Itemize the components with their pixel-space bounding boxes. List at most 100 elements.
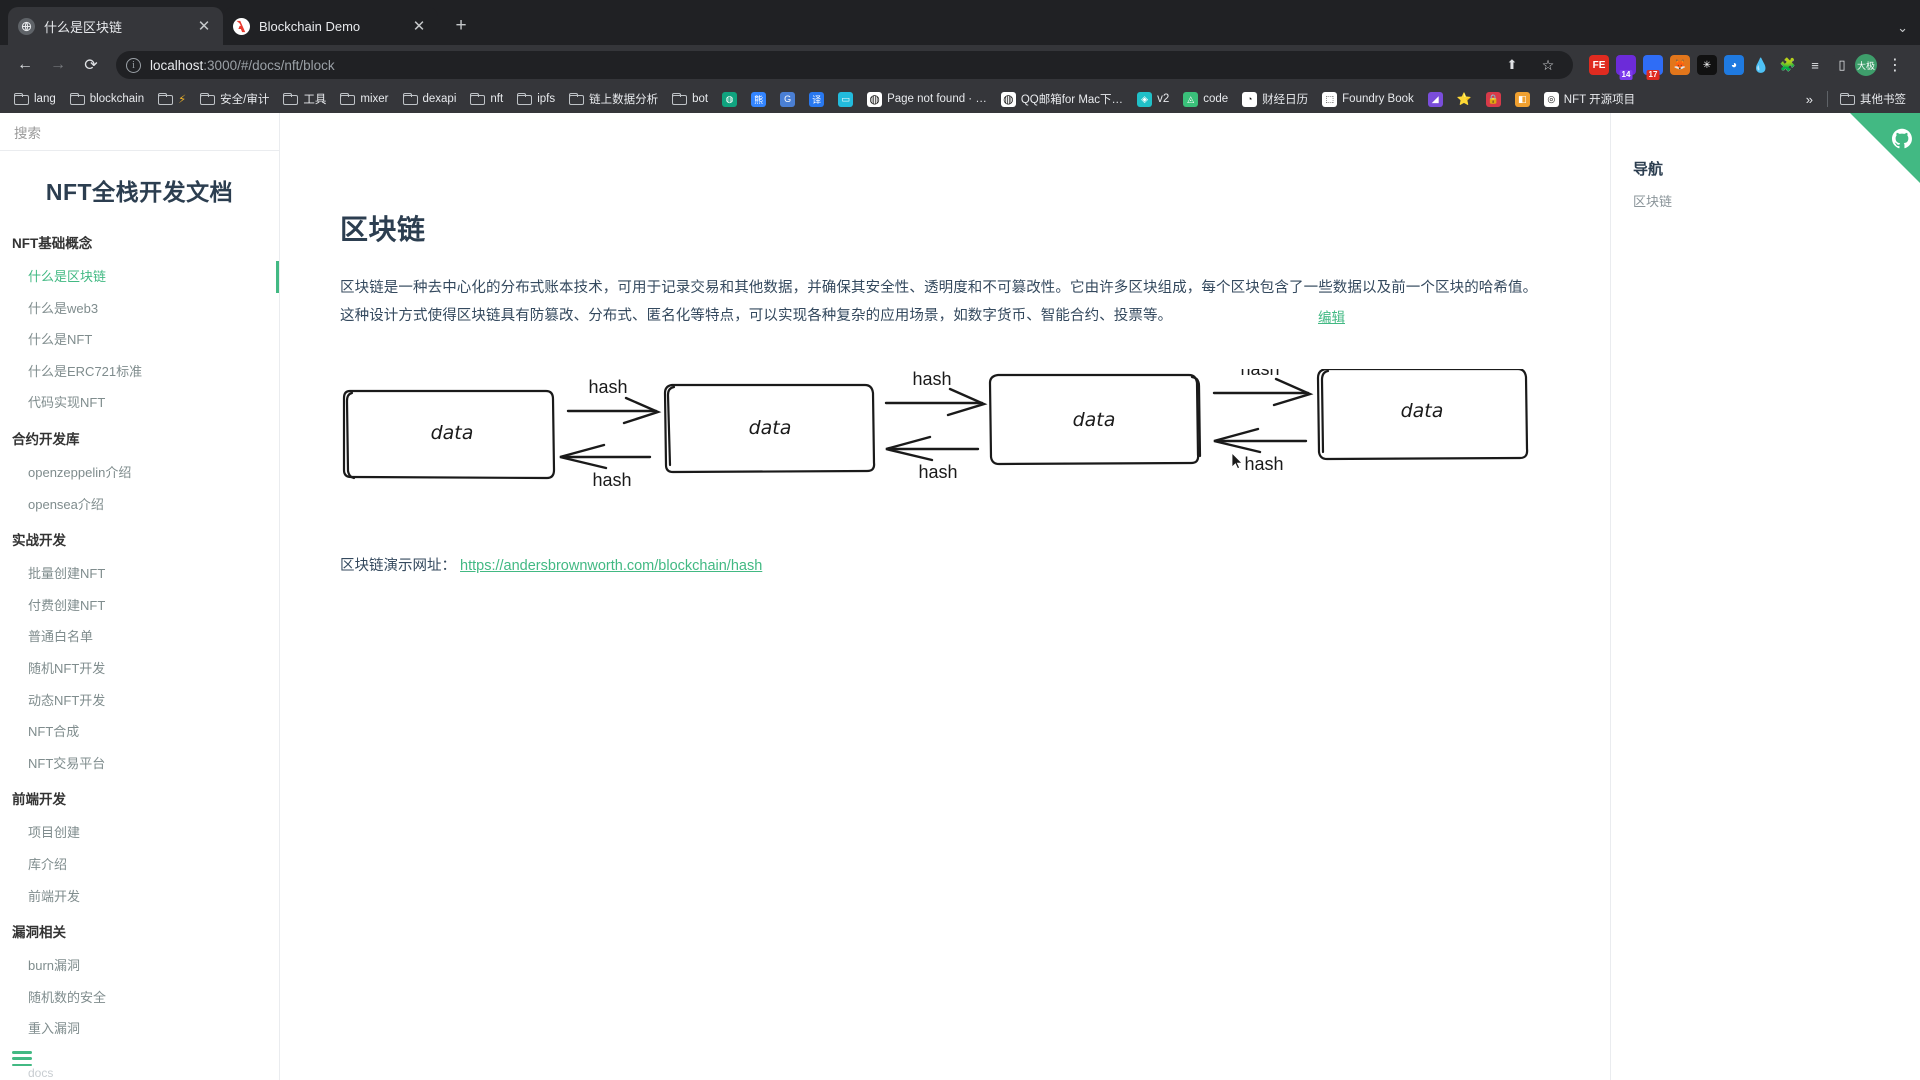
sidebar-item-batch-nft[interactable]: 批量创建NFT (0, 558, 279, 590)
toc-item-blockchain[interactable]: 区块链 (1633, 191, 1810, 210)
purple-wallet-extension-icon[interactable]: 14 (1616, 55, 1636, 80)
sidebar-item-whitelist[interactable]: 普通白名单 (0, 621, 279, 653)
window-controls-icon[interactable]: ⌄ (1897, 20, 1908, 36)
sidebar-item-frontend-dev[interactable]: 前端开发 (0, 881, 279, 913)
bookmark-onchain-analytics[interactable]: 链上数据分析 (563, 88, 664, 110)
github-corner[interactable] (1850, 113, 1920, 183)
translate-icon: 译 (809, 91, 825, 107)
sidebar-item-openzeppelin[interactable]: openzeppelin介绍 (0, 457, 279, 489)
tab-close-icon[interactable]: ✕ (195, 17, 213, 35)
side-panel-icon[interactable]: ▯ (1832, 55, 1852, 75)
bookmark-rainbow-site[interactable]: ◢ (1422, 89, 1449, 110)
profile-avatar[interactable]: 大极 (1855, 54, 1877, 76)
metamask-extension-icon[interactable]: 🦊 (1670, 55, 1690, 75)
baidu-icon: 熊 (751, 91, 767, 107)
github-icon: ◍ (867, 91, 883, 107)
bookmark-label: Foundry Book (1342, 93, 1414, 105)
tab-blockchain-demo[interactable]: Blockchain Demo ✕ (223, 7, 438, 45)
sidebar-item-dynamic-nft[interactable]: 动态NFT开发 (0, 685, 279, 717)
sidebar-item-reentrancy[interactable]: 重入漏洞 (0, 1013, 279, 1045)
search-input[interactable]: 搜索 (0, 113, 279, 151)
hash-label-forward: hash (912, 369, 951, 389)
sidebar-item-library-intro[interactable]: 库介绍 (0, 849, 279, 881)
sidebar-footer-label: docs (28, 1066, 54, 1080)
sidebar-group-frontend: 前端开发 (12, 792, 66, 808)
address-bar[interactable]: i localhost:3000/#/docs/nft/block ⬆ ☆ (116, 51, 1573, 79)
bookmark-lock-site[interactable]: 🔒 (1480, 89, 1507, 110)
bookmark-qq-mail-mac[interactable]: ◍ QQ邮箱for Mac下… (995, 88, 1129, 110)
edit-link[interactable]: 编辑 (1318, 306, 1345, 326)
chrome-menu-icon[interactable]: ⋮ (1880, 50, 1910, 80)
bookmark-finance-calendar[interactable]: ◔ 财经日历 (1236, 88, 1314, 110)
bilibili-icon: ▭ (838, 91, 854, 107)
back-button[interactable]: ← (10, 50, 40, 80)
bookmark-security-audit[interactable]: 安全/审计 (194, 88, 275, 110)
hash-label-back: hash (592, 470, 631, 490)
bookmark-star-icon[interactable]: ☆ (1533, 54, 1563, 76)
reading-list-icon[interactable]: ≡ (1805, 55, 1825, 75)
folder-icon (470, 93, 486, 105)
new-tab-button[interactable]: + (446, 11, 476, 41)
water-drop-extension-icon[interactable]: 💧 (1751, 55, 1771, 75)
tab-docs[interactable]: 什么是区块链 ✕ (8, 7, 223, 45)
demo-url-link[interactable]: https://andersbrownworth.com/blockchain/… (460, 558, 762, 574)
bookmark-yellow-site[interactable]: ◧ (1509, 89, 1536, 110)
bookmark-tools[interactable]: 工具 (277, 88, 332, 110)
blue-wallet-extension-icon[interactable]: 17 (1643, 55, 1663, 80)
bookmark-foundry-book[interactable]: ⬚ Foundry Book (1316, 89, 1420, 110)
sidebar-item-paid-nft[interactable]: 付费创建NFT (0, 590, 279, 622)
sidebar-item-what-is-blockchain[interactable]: 什么是区块链 (0, 261, 279, 293)
bookmark-v2[interactable]: ◈ v2 (1131, 89, 1175, 110)
bookmark-bilibili[interactable]: ▭ (832, 89, 859, 110)
bookmark-gitee[interactable]: G (774, 89, 801, 110)
bookmark-star-site[interactable]: ⭐ (1451, 89, 1478, 110)
sidebar-item-what-is-web3[interactable]: 什么是web3 (0, 293, 279, 325)
tab-title: Blockchain Demo (259, 18, 361, 34)
bookmark-translate[interactable]: 译 (803, 89, 830, 110)
folder-icon (200, 93, 216, 105)
browser-window: 什么是区块链 ✕ Blockchain Demo ✕ + ⌄ ← → ⟳ i l… (0, 0, 1920, 1080)
sidebar-item-burn-vuln[interactable]: burn漏洞 (0, 950, 279, 982)
bookmark-nft[interactable]: nft (464, 90, 509, 108)
bookmark-lang[interactable]: lang (8, 90, 62, 108)
blockchain-diagram: data data data data hash hash hash hash … (340, 359, 1550, 514)
bookmark-baidu[interactable]: 熊 (745, 89, 772, 110)
bookmark-ipfs[interactable]: ipfs (511, 90, 561, 108)
puzzle-extensions-icon[interactable]: 🧩 (1778, 55, 1798, 75)
folder-icon (158, 93, 174, 105)
bookmark-openai[interactable]: ◍ (716, 89, 743, 110)
sidebar-item-project-setup[interactable]: 项目创建 (0, 817, 279, 849)
share-icon[interactable]: ⬆ (1497, 54, 1527, 76)
bookmark-dexapi[interactable]: dexapi (397, 90, 463, 108)
sidebar-item-what-is-erc721[interactable]: 什么是ERC721标准 (0, 356, 279, 388)
reload-button[interactable]: ⟳ (76, 50, 106, 80)
forward-button[interactable]: → (43, 50, 73, 80)
bookmark-bot[interactable]: bot (666, 90, 714, 108)
sidebar-item-nft-marketplace[interactable]: NFT交易平台 (0, 748, 279, 780)
bookmark-label: 链上数据分析 (589, 94, 659, 106)
bookmark-lightning[interactable]: ⚡ (152, 89, 192, 109)
sidebar-item-nft-composition[interactable]: NFT合成 (0, 716, 279, 748)
tab-close-icon[interactable]: ✕ (410, 17, 428, 35)
other-bookmarks-button[interactable]: 其他书签 (1834, 88, 1912, 110)
sidebar-item-code-nft[interactable]: 代码实现NFT (0, 387, 279, 419)
sidebar-item-opensea[interactable]: opensea介绍 (0, 489, 279, 521)
sidebar-scroll[interactable]: NFT全栈开发文档 NFT基础概念 什么是区块链 什么是web3 什么是NFT … (0, 151, 279, 1080)
sidebar-item-random-nft[interactable]: 随机NFT开发 (0, 653, 279, 685)
bookmark-nft-open-source[interactable]: ◎ NFT 开源项目 (1538, 88, 1641, 110)
site-info-icon[interactable]: i (126, 57, 141, 73)
sidebar-item-randomness-security[interactable]: 随机数的安全 (0, 982, 279, 1014)
sidebar-toggle-button[interactable] (12, 1051, 32, 1066)
block-label: data (1401, 400, 1444, 422)
bookmark-label: NFT 开源项目 (1563, 94, 1636, 106)
bookmark-blockchain[interactable]: blockchain (64, 90, 150, 108)
bookmark-mixer[interactable]: mixer (334, 90, 394, 108)
bookmark-code[interactable]: ◬ code (1177, 89, 1234, 110)
sidebar-item-what-is-nft[interactable]: 什么是NFT (0, 324, 279, 356)
snowflake-extension-icon[interactable]: ✳ (1697, 55, 1717, 75)
fe-extension-icon[interactable]: FE (1589, 55, 1609, 75)
rainbow-extension-icon[interactable]: ◕ (1724, 55, 1744, 75)
bookmarks-overflow-button[interactable]: » (1798, 92, 1821, 107)
bookmark-page-not-found[interactable]: ◍ Page not found · … (861, 89, 993, 110)
yellow-site-icon: ◧ (1514, 91, 1530, 107)
